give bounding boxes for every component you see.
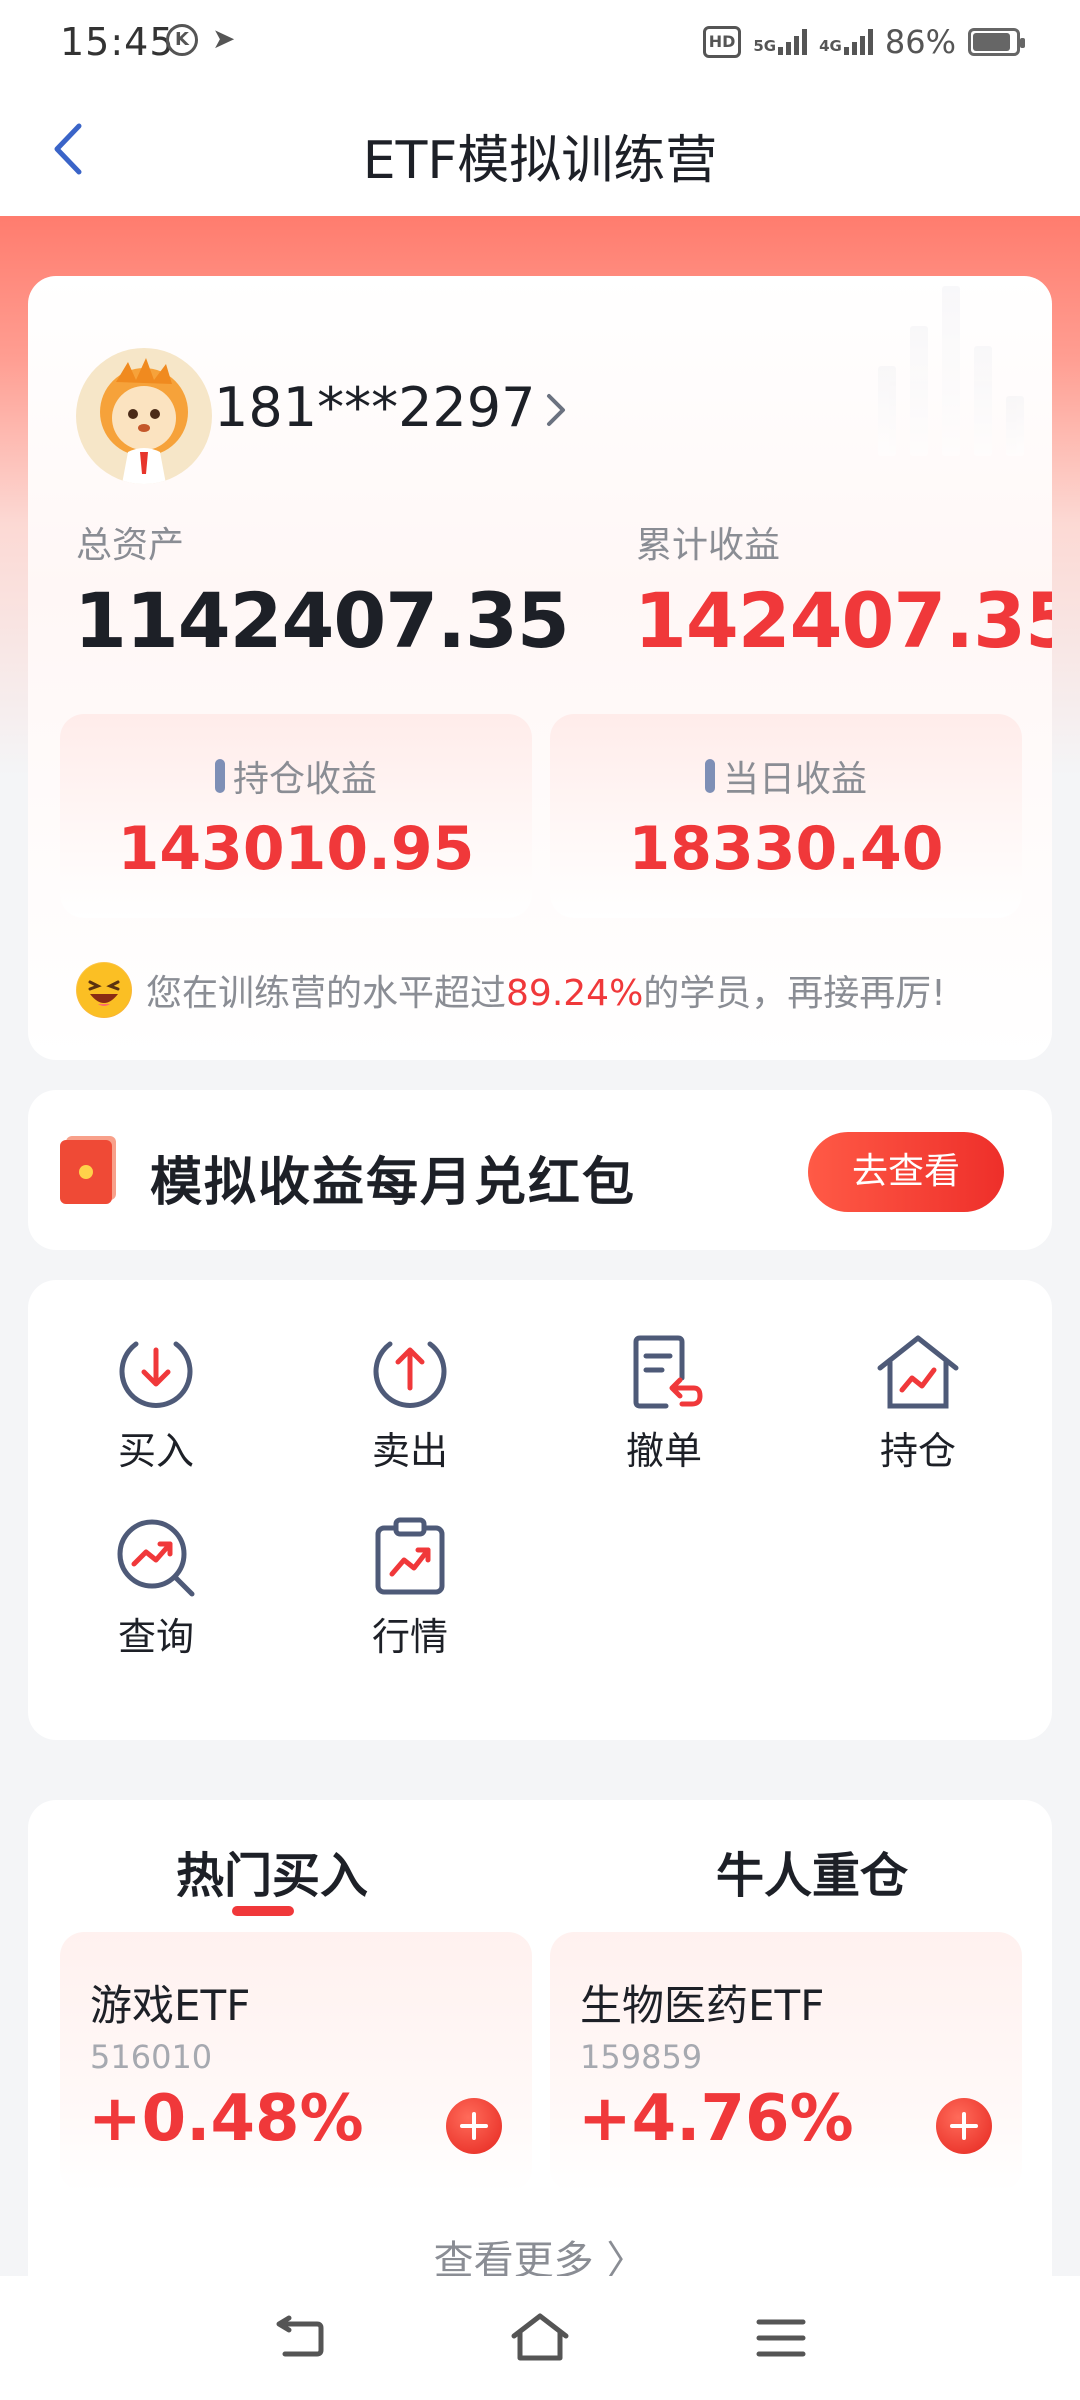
- trade-actions-grid: 买入 卖出 撤单 持仓 查询 行情: [28, 1280, 1052, 1740]
- etf-card[interactable]: 生物医药ETF 159859 +4.76%: [550, 1932, 1022, 2192]
- query-icon: [117, 1519, 195, 1597]
- buy-icon: [119, 1341, 193, 1408]
- status-time: 15:45: [60, 20, 175, 64]
- etf-change: +4.76%: [578, 2082, 854, 2156]
- total-assets-value: 1142407.35: [74, 576, 570, 665]
- sell-icon: [373, 1341, 447, 1408]
- cumulative-profit-label: 累计收益: [636, 525, 781, 566]
- signal-5g-icon: 5G: [753, 29, 808, 55]
- profile-chevron-button[interactable]: [536, 382, 576, 438]
- etf-code: 159859: [580, 2038, 703, 2076]
- label-marker: [704, 759, 715, 793]
- rank-percentage: 89.24%: [506, 973, 644, 1014]
- daily-profit-value: 18330.40: [628, 814, 944, 884]
- position-profit-box: 持仓收益 143010.95: [60, 714, 532, 918]
- red-envelope-icon: [60, 1136, 116, 1204]
- lion-mascot-icon: [100, 358, 188, 484]
- user-phone-number[interactable]: 181***2297: [214, 376, 536, 439]
- page-title: ETF模拟训练营: [362, 131, 718, 191]
- telegram-icon: ➤: [212, 22, 236, 55]
- market-icon: [375, 1517, 445, 1595]
- active-tab-indicator: [232, 1906, 294, 1916]
- daily-profit-label: 当日收益: [722, 759, 867, 800]
- add-button[interactable]: [936, 2098, 992, 2154]
- status-indicators: HD 5G 4G 86%: [702, 18, 1025, 66]
- sell-action[interactable]: 卖出: [310, 1330, 510, 1500]
- etf-name: 生物医药ETF: [580, 1981, 825, 2030]
- daily-profit-box: 当日收益 18330.40: [550, 714, 1022, 918]
- etf-card[interactable]: 游戏ETF 516010 +0.48%: [60, 1932, 532, 2192]
- market-label: 行情: [371, 1615, 448, 1659]
- market-action[interactable]: 行情: [310, 1516, 510, 1686]
- rank-suffix: 的学员，再接再厉!: [643, 973, 946, 1014]
- chevron-right-icon: [547, 394, 565, 426]
- decorative-chart-bars: [878, 286, 1024, 456]
- avatar[interactable]: [76, 348, 212, 484]
- view-rewards-button[interactable]: 去查看: [808, 1132, 1004, 1212]
- back-arrow-icon: [276, 2315, 324, 2357]
- add-button[interactable]: [446, 2098, 502, 2154]
- cancel-order-icon: [633, 1335, 703, 1409]
- etf-change: +0.48%: [88, 2082, 364, 2156]
- cumulative-profit-value: 142407.35: [634, 576, 1052, 665]
- position-profit-label: 持仓收益: [232, 759, 377, 800]
- battery-icon: [968, 28, 1025, 56]
- home-icon: [511, 2313, 569, 2361]
- grinning-emoji-icon: [76, 962, 132, 1018]
- hd-voice-icon: HD: [702, 26, 742, 58]
- k-app-icon: K: [166, 24, 198, 56]
- tab-expert-holdings[interactable]: 牛人重仓: [716, 1836, 908, 1906]
- buy-label: 买入: [117, 1429, 194, 1473]
- system-navigation-bar: [0, 2276, 1080, 2400]
- tab-hot-buy[interactable]: 热门买入: [176, 1836, 368, 1906]
- banner-title: 模拟收益每月兑红包: [150, 1153, 637, 1213]
- red-packet-banner[interactable]: 模拟收益每月兑红包 去查看: [28, 1090, 1052, 1250]
- query-label: 查询: [117, 1615, 194, 1659]
- holdings-label: 持仓: [879, 1429, 956, 1473]
- account-summary-card: 181***2297 总资产 1142407.35 累计收益 142407.35…: [28, 276, 1052, 1060]
- nav-home-button[interactable]: [505, 2306, 575, 2370]
- battery-percentage: 86%: [884, 23, 956, 61]
- signal-4g-icon: 4G: [819, 29, 873, 55]
- cancel-order-label: 撤单: [625, 1429, 702, 1473]
- holdings-action[interactable]: 持仓: [818, 1330, 1018, 1500]
- position-profit-value: 143010.95: [117, 814, 475, 884]
- query-action[interactable]: 查询: [56, 1516, 256, 1686]
- cancel-order-action[interactable]: 撤单: [564, 1330, 764, 1500]
- rank-message: 您在训练营的水平超过89.24%的学员，再接再厉!: [76, 962, 946, 1018]
- nav-back-button[interactable]: [264, 2306, 334, 2370]
- rank-prefix: 您在训练营的水平超过: [146, 973, 507, 1014]
- status-bar: 15:45 K ➤ HD 5G 4G 86%: [0, 0, 1080, 84]
- menu-icon: [756, 2319, 806, 2357]
- sell-label: 卖出: [371, 1429, 448, 1473]
- title-bar: ETF模拟训练营: [0, 84, 1080, 216]
- etf-code: 516010: [90, 2038, 213, 2076]
- holdings-icon: [877, 1335, 959, 1409]
- nav-menu-button[interactable]: [746, 2306, 816, 2370]
- label-marker: [214, 759, 225, 793]
- buy-action[interactable]: 买入: [56, 1330, 256, 1500]
- total-assets-label: 总资产: [76, 525, 185, 566]
- etf-name: 游戏ETF: [90, 1981, 251, 2030]
